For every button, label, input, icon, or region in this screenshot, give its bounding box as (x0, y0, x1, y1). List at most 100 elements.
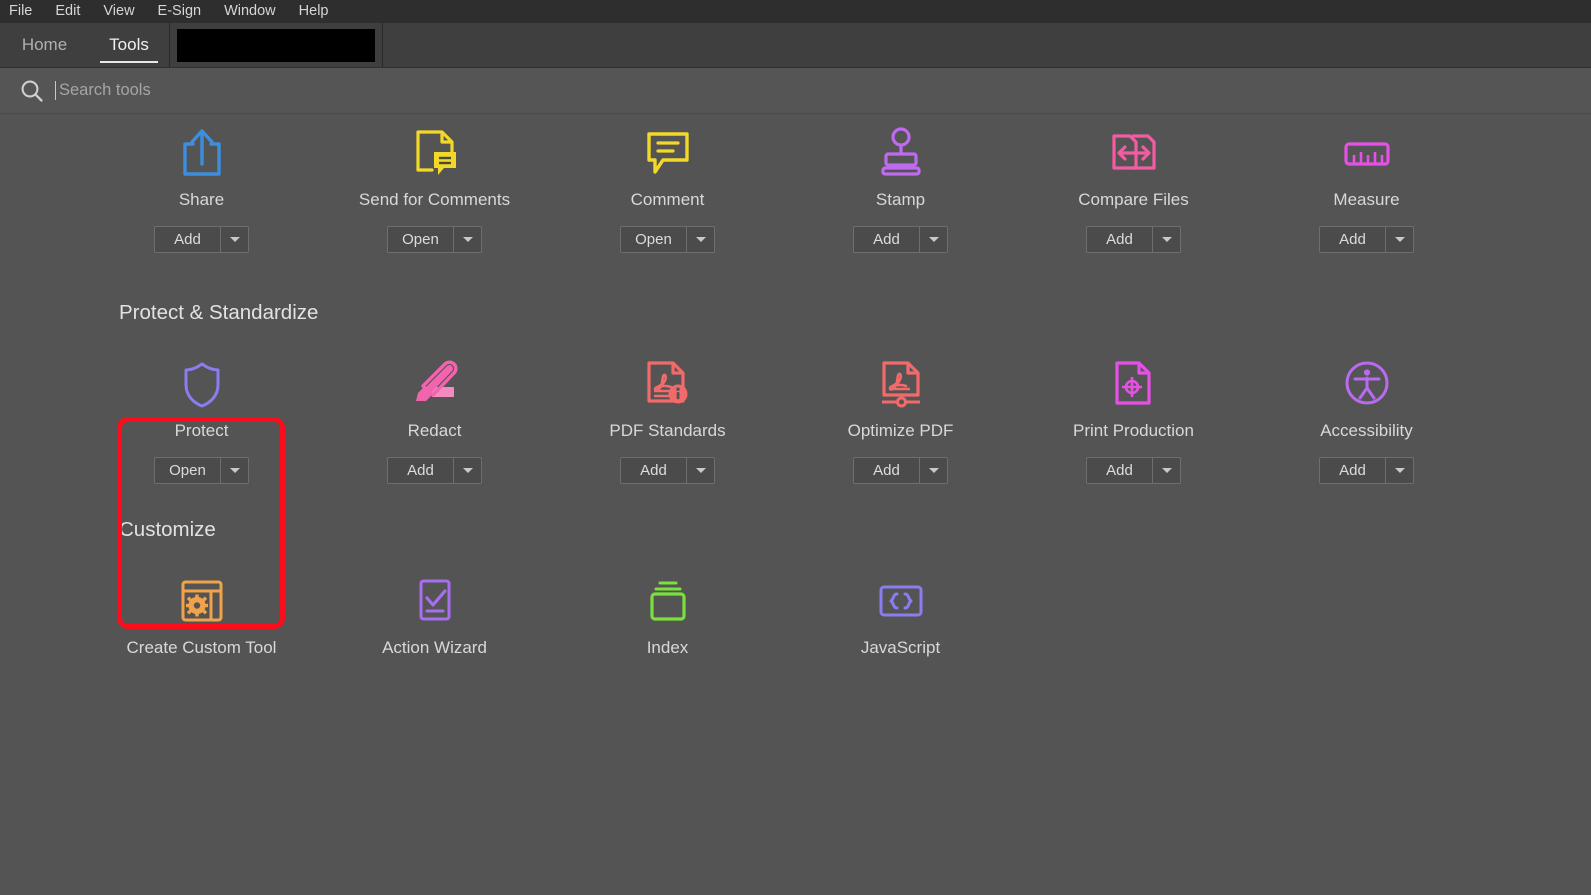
tool-label: Protect (174, 421, 229, 440)
tab-tools[interactable]: Tools (89, 23, 169, 67)
tool-action-button[interactable]: Open (387, 226, 482, 253)
tool-tile-comment[interactable]: Comment Open (551, 122, 784, 253)
tool-action-button[interactable]: Open (620, 226, 715, 253)
tab-active-indicator (100, 60, 158, 63)
chevron-down-icon[interactable] (1386, 458, 1413, 483)
tool-tile-print-production[interactable]: Print Production Add (1017, 353, 1250, 484)
tool-tile-send-for-comments[interactable]: Send for Comments Open (318, 122, 551, 253)
tool-label: JavaScript (860, 638, 941, 657)
chevron-down-icon[interactable] (454, 227, 481, 252)
tool-label: Create Custom Tool (126, 638, 277, 657)
menu-item-help[interactable]: Help (299, 0, 342, 23)
tool-action-button[interactable]: Add (1086, 226, 1181, 253)
tool-tile-index[interactable]: Index (551, 570, 784, 674)
tool-label: Action Wizard (382, 638, 487, 657)
menu-bar: File Edit View E-Sign Window Help (0, 0, 1591, 23)
tool-action-label[interactable]: Add (155, 227, 221, 252)
chevron-down-icon[interactable] (1153, 458, 1180, 483)
tool-label: PDF Standards (609, 421, 726, 440)
action-wizard-icon (404, 570, 466, 632)
tool-label: Comment (630, 190, 705, 209)
tool-label: Compare Files (1078, 190, 1189, 209)
chevron-down-icon[interactable] (920, 458, 947, 483)
tool-action-button[interactable]: Add (853, 226, 948, 253)
measure-icon (1336, 122, 1398, 184)
tool-tile-optimize-pdf[interactable]: Optimize PDF Add (784, 353, 1017, 484)
tool-action-button[interactable]: Add (387, 457, 482, 484)
section-heading-protect-standardize: Protect & Standardize (119, 301, 319, 324)
tool-action-label[interactable]: Add (854, 227, 920, 252)
tool-action-label[interactable]: Add (1320, 227, 1386, 252)
tool-label: Stamp (875, 190, 926, 209)
chevron-down-icon[interactable] (221, 458, 248, 483)
tool-tile-stamp[interactable]: Stamp Add (784, 122, 1017, 253)
tool-label: Print Production (1073, 421, 1194, 440)
shield-icon (171, 353, 233, 415)
menu-item-view[interactable]: View (103, 0, 147, 23)
tool-action-button[interactable]: Add (1086, 457, 1181, 484)
tool-tile-share[interactable]: Share Add (85, 122, 318, 253)
tools-content: Share Add Send for Comments Open Comment… (0, 114, 1591, 894)
tool-action-button[interactable]: Add (154, 226, 249, 253)
share-icon (171, 122, 233, 184)
tool-tile-pdf-standards[interactable]: PDF Standards Add (551, 353, 784, 484)
tool-tile-accessibility[interactable]: Accessibility Add (1250, 353, 1483, 484)
pdf-standards-icon (637, 353, 699, 415)
chevron-down-icon[interactable] (221, 227, 248, 252)
tool-action-label[interactable]: Add (1087, 227, 1153, 252)
tool-action-button[interactable]: Add (1319, 457, 1414, 484)
tool-tile-javascript[interactable]: JavaScript (784, 570, 1017, 674)
tool-action-label[interactable]: Open (621, 227, 687, 252)
tool-action-label[interactable]: Add (1320, 458, 1386, 483)
tool-action-button[interactable]: Add (620, 457, 715, 484)
tool-label: Optimize PDF (847, 421, 954, 440)
tab-document-redacted[interactable] (170, 23, 382, 67)
search-input[interactable]: Search tools (59, 81, 151, 100)
chevron-down-icon[interactable] (454, 458, 481, 483)
tool-tile-redact[interactable]: Redact Add (318, 353, 551, 484)
tool-action-label[interactable]: Add (388, 458, 454, 483)
tool-action-label[interactable]: Add (854, 458, 920, 483)
tool-action-label[interactable]: Open (388, 227, 454, 252)
menu-item-esign[interactable]: E-Sign (158, 0, 215, 23)
tool-label: Redact (407, 421, 462, 440)
menu-item-window[interactable]: Window (224, 0, 289, 23)
chevron-down-icon[interactable] (1153, 227, 1180, 252)
chevron-down-icon[interactable] (687, 458, 714, 483)
tool-tile-protect[interactable]: Protect Open (85, 353, 318, 484)
tools-grid-row-1: Share Add Send for Comments Open Comment… (0, 114, 1591, 253)
tool-action-button[interactable]: Add (853, 457, 948, 484)
tool-action-button[interactable]: Add (1319, 226, 1414, 253)
tool-tile-measure[interactable]: Measure Add (1250, 122, 1483, 253)
search-tools-bar[interactable]: Search tools (0, 68, 1591, 114)
menu-item-file[interactable]: File (9, 0, 45, 23)
create-custom-tool-icon (171, 570, 233, 632)
tab-tools-label: Tools (109, 35, 149, 54)
optimize-pdf-icon (870, 353, 932, 415)
section-heading-customize: Customize (119, 518, 216, 541)
tab-bar: Home Tools (0, 23, 1591, 68)
chevron-down-icon[interactable] (920, 227, 947, 252)
tool-action-label[interactable]: Open (155, 458, 221, 483)
tool-tile-compare-files[interactable]: Compare Files Add (1017, 122, 1250, 253)
tool-action-label[interactable]: Add (621, 458, 687, 483)
chevron-down-icon[interactable] (687, 227, 714, 252)
tool-action-button[interactable]: Open (154, 457, 249, 484)
tools-grid-customize: Create Custom Tool Action Wizard Index J… (0, 570, 1591, 674)
tool-label: Measure (1333, 190, 1400, 209)
tool-label: Share (178, 190, 225, 209)
menu-item-edit[interactable]: Edit (55, 0, 93, 23)
index-icon (637, 570, 699, 632)
tool-label: Send for Comments (358, 190, 511, 209)
tools-grid-protect-standardize: Protect Open Redact Add PDF Standards Ad… (0, 353, 1591, 484)
comment-icon (637, 122, 699, 184)
search-text-caret (55, 81, 56, 100)
tool-action-label[interactable]: Add (1087, 458, 1153, 483)
redaction-block (177, 28, 375, 62)
tab-home[interactable]: Home (0, 23, 89, 67)
tool-label: Accessibility (1320, 421, 1413, 440)
tool-tile-create-custom-tool[interactable]: Create Custom Tool (85, 570, 318, 674)
chevron-down-icon[interactable] (1386, 227, 1413, 252)
tab-divider-2 (382, 23, 383, 67)
tool-tile-action-wizard[interactable]: Action Wizard (318, 570, 551, 674)
